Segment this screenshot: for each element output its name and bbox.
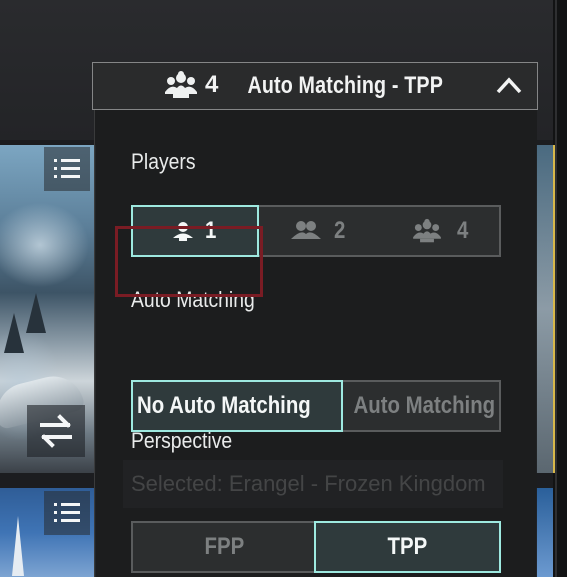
tpp-option[interactable]: TPP bbox=[314, 521, 501, 573]
screen-right-edge bbox=[553, 0, 567, 577]
map-card-right-edge-2 bbox=[536, 488, 553, 577]
spire-image bbox=[12, 516, 24, 576]
chevron-up-icon[interactable] bbox=[495, 75, 523, 97]
map-list-button-2[interactable] bbox=[44, 491, 90, 535]
duo-icon bbox=[291, 221, 322, 239]
squad-icon bbox=[165, 71, 197, 98]
squad-icon bbox=[413, 218, 442, 243]
players-label: Players bbox=[131, 149, 196, 174]
header-squad-count: 4 bbox=[205, 71, 219, 98]
map-card-right-edge bbox=[536, 145, 555, 473]
map-list-button[interactable] bbox=[44, 147, 90, 191]
swap-arrows-icon bbox=[40, 414, 72, 448]
perspective-selector: FPP TPP bbox=[131, 521, 501, 573]
match-mode-header[interactable]: 4 Auto Matching - TPP bbox=[92, 62, 538, 110]
players-option-4[interactable]: 4 bbox=[379, 207, 499, 255]
auto-matching-selector: No Auto Matching Auto Matching bbox=[131, 380, 501, 432]
selection-highlight-frame bbox=[115, 226, 263, 297]
no-auto-matching-option[interactable]: No Auto Matching bbox=[131, 380, 344, 432]
header-title: Auto Matching - TPP bbox=[247, 72, 443, 99]
dropdown-body: Players 1 2 4 Auto Matching No Auto Matc… bbox=[94, 110, 537, 577]
list-icon bbox=[54, 159, 80, 179]
fpp-option[interactable]: FPP bbox=[133, 523, 316, 571]
background-map-caption: Selected: Erangel - Frozen Kingdom bbox=[123, 460, 503, 508]
auto-matching-option[interactable]: Auto Matching bbox=[341, 382, 508, 430]
list-icon bbox=[54, 503, 80, 523]
players-option-2[interactable]: 2 bbox=[257, 207, 379, 255]
swap-map-button[interactable] bbox=[27, 405, 85, 457]
match-settings-dropdown: 4 Auto Matching - TPP Players 1 2 4 Auto… bbox=[92, 62, 538, 577]
